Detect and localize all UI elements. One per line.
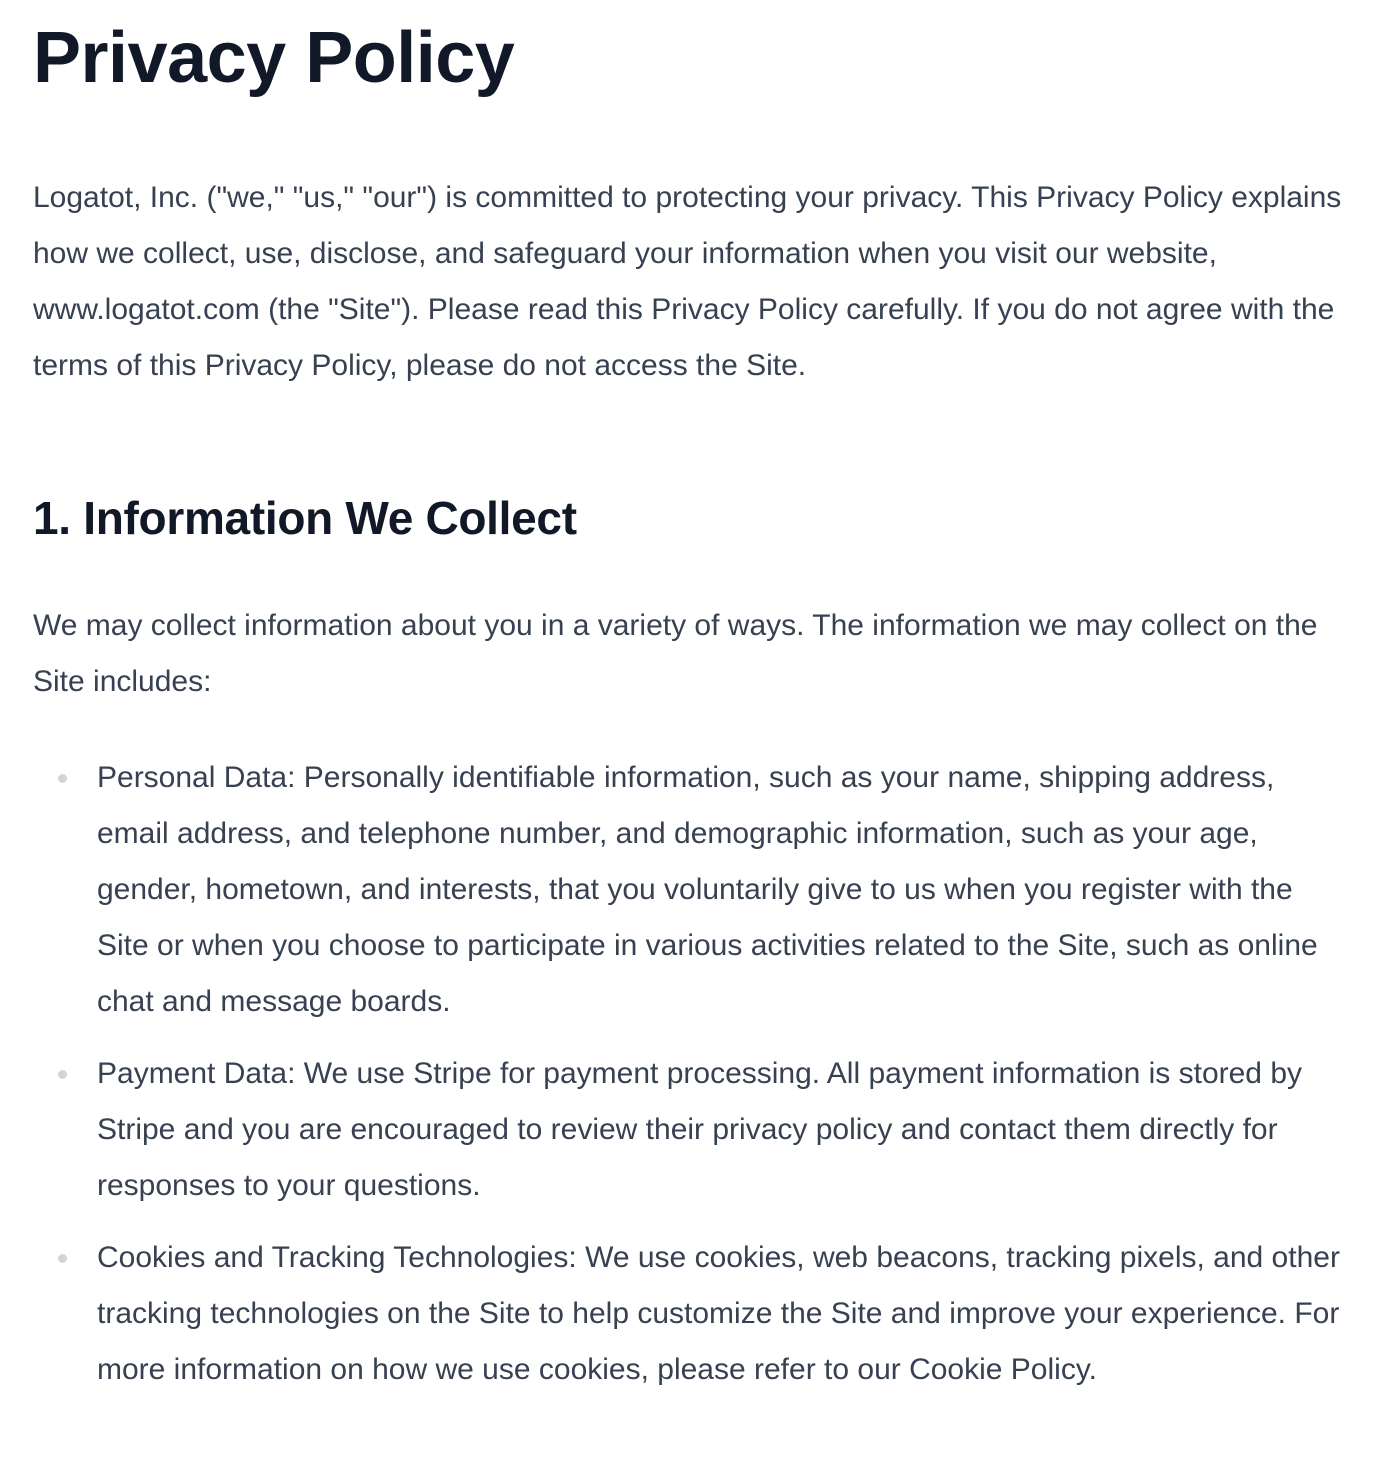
privacy-policy-page: Privacy Policy Logatot, Inc. ("we," "us,… xyxy=(0,0,1382,1484)
bullet-icon xyxy=(58,1070,67,1079)
bullet-icon xyxy=(58,774,67,783)
information-list: Personal Data: Personally identifiable i… xyxy=(33,750,1350,1398)
section-intro-paragraph: We may collect information about you in … xyxy=(33,609,1318,698)
section-heading-information-we-collect: 1. Information We Collect xyxy=(33,492,577,544)
list-item-cookies: Cookies and Tracking Technologies: We us… xyxy=(33,1230,1350,1398)
page-title: Privacy Policy xyxy=(33,18,515,98)
bullet-icon xyxy=(58,1254,67,1263)
list-item-payment-data: Payment Data: We use Stripe for payment … xyxy=(33,1046,1350,1214)
list-item-text: Personal Data: Personally identifiable i… xyxy=(97,761,1318,1018)
list-item-text: Cookies and Tracking Technologies: We us… xyxy=(97,1241,1340,1386)
list-item-personal-data: Personal Data: Personally identifiable i… xyxy=(33,750,1350,1030)
list-item-text: Payment Data: We use Stripe for payment … xyxy=(97,1057,1303,1202)
intro-paragraph: Logatot, Inc. ("we," "us," "our") is com… xyxy=(33,181,1342,382)
